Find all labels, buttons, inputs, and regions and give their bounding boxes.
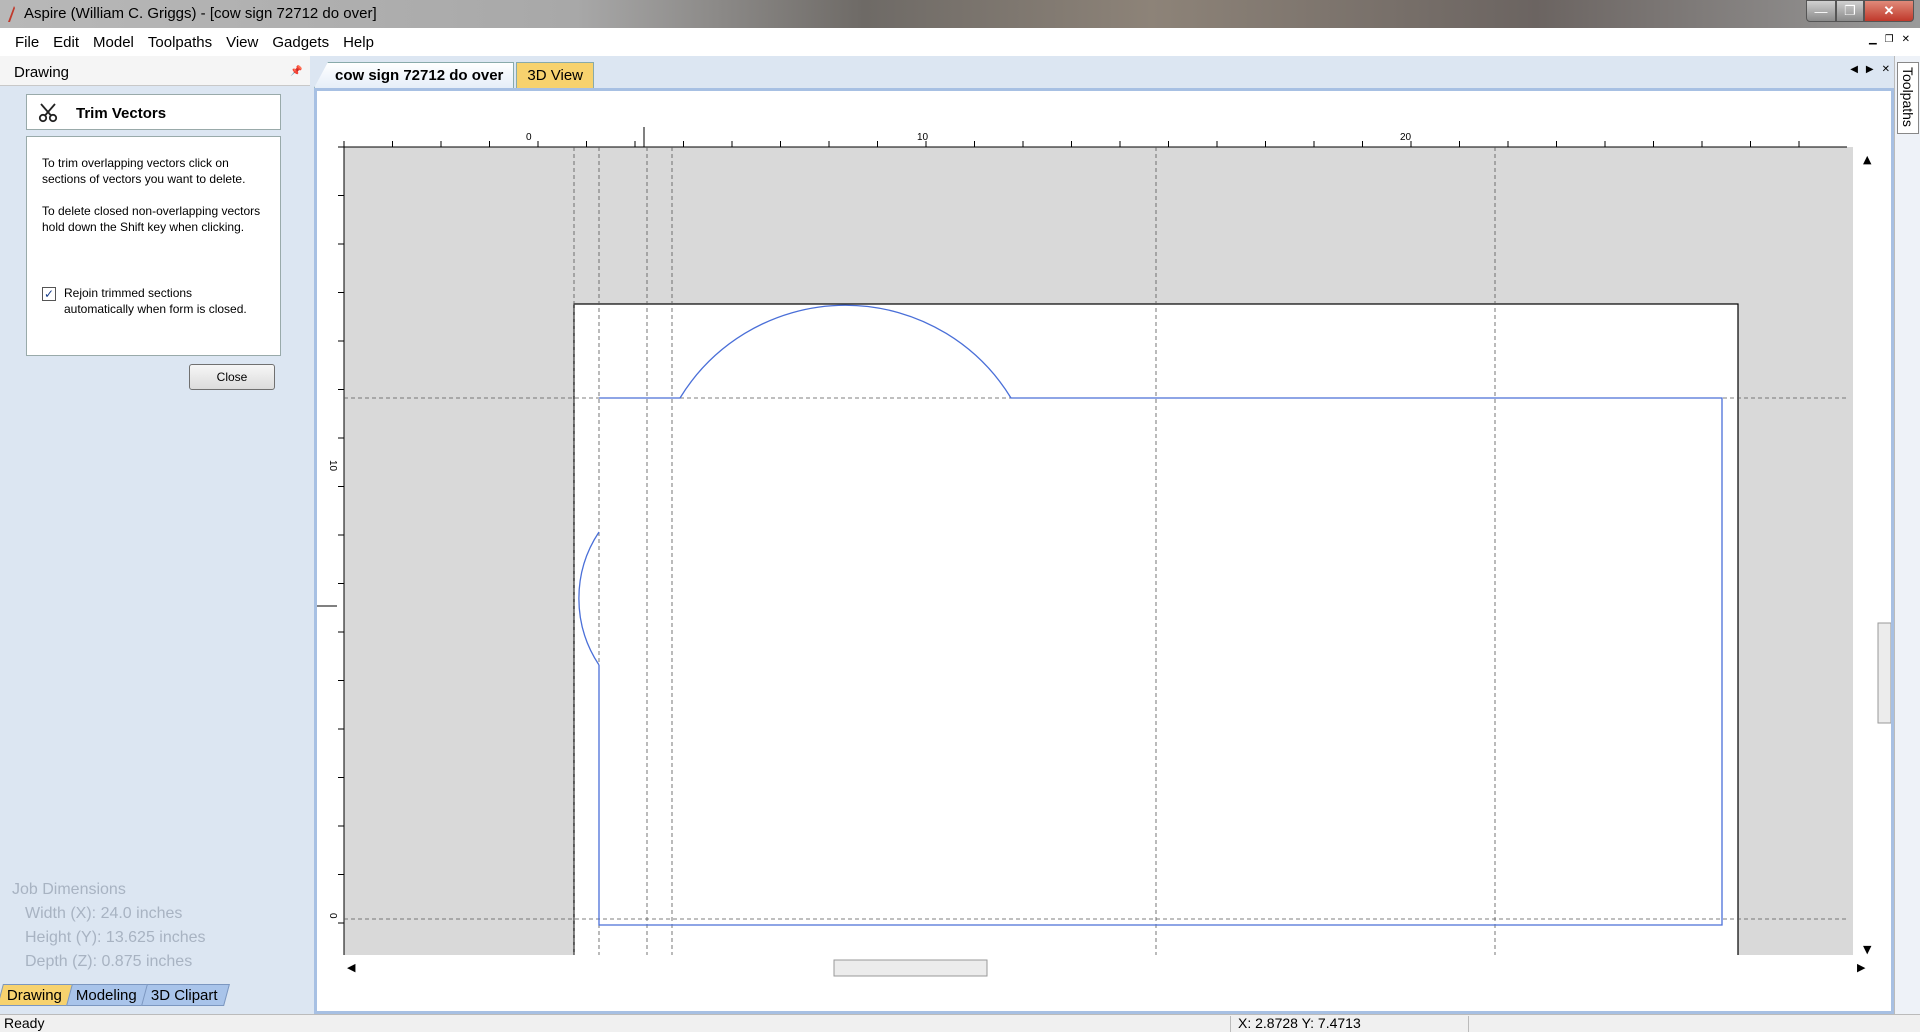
tab-3d-clipart[interactable]: 3D Clipart xyxy=(140,984,230,1006)
horizontal-scroll-thumb[interactable] xyxy=(833,959,988,977)
menu-view[interactable]: View xyxy=(219,34,265,51)
2d-view-frame: 0 10 20 10 0 ▲ ▼ ◀ ▶ xyxy=(314,88,1894,1014)
menu-help[interactable]: Help xyxy=(336,34,381,51)
tab-nav: ◀ ▶ ✕ xyxy=(1850,64,1890,75)
menu-gadgets[interactable]: Gadgets xyxy=(265,34,336,51)
document-area: cow sign 72712 do over 3D View ◀ ▶ ✕ 0 1… xyxy=(314,56,1894,1014)
vertical-scroll-thumb[interactable] xyxy=(1877,622,1891,724)
close-button[interactable]: Close xyxy=(189,364,275,390)
horizontal-scrollbar[interactable] xyxy=(317,955,1891,1011)
status-bar: Ready X: 2.8728 Y: 7.4713 xyxy=(0,1014,1920,1032)
menu-bar: File Edit Model Toolpaths View Gadgets H… xyxy=(0,28,1920,56)
tab-next-icon[interactable]: ▶ xyxy=(1866,64,1874,75)
aspire-app-icon xyxy=(8,6,15,22)
rejoin-checkbox[interactable]: ✓ xyxy=(42,287,56,301)
job-width: Width (X): 24.0 inches xyxy=(25,905,183,922)
mdi-controls: ▁ ❐ ✕ xyxy=(1869,34,1910,45)
vertical-ruler xyxy=(317,91,344,1011)
mdi-restore-icon[interactable]: ❐ xyxy=(1885,34,1894,45)
tool-title: Trim Vectors xyxy=(76,105,167,122)
scroll-up-icon[interactable]: ▲ xyxy=(1863,153,1872,166)
job-dimensions-heading: Job Dimensions xyxy=(12,881,126,898)
drawing-canvas[interactable]: 0 10 20 10 0 ▲ ▼ ◀ ▶ xyxy=(317,91,1891,1011)
window-title: Aspire (William C. Griggs) - [cow sign 7… xyxy=(24,5,377,22)
status-text: Ready xyxy=(4,1015,45,1031)
vruler-label-10: 10 xyxy=(327,460,338,472)
drawing-panel: Drawing 📌 Trim Vectors To trim overlappi… xyxy=(0,56,310,1014)
ruler-label-0: 0 xyxy=(526,132,532,143)
doc-close-icon[interactable]: ✕ xyxy=(1882,64,1890,75)
tool-instructions: To trim overlapping vectors click on sec… xyxy=(26,136,281,356)
document-tabs: cow sign 72712 do over 3D View xyxy=(314,62,594,88)
panel-header: Drawing 📌 xyxy=(0,56,310,86)
trim-vectors-header: Trim Vectors xyxy=(26,94,281,130)
scroll-right-icon[interactable]: ▶ xyxy=(1857,961,1866,974)
rejoin-label: Rejoin trimmed sections automatically wh… xyxy=(64,286,247,316)
tab-2d-view[interactable]: cow sign 72712 do over xyxy=(314,62,515,88)
maximize-button[interactable]: ❐ xyxy=(1836,0,1864,22)
minimize-button[interactable]: — xyxy=(1806,0,1836,22)
cursor-coordinates: X: 2.8728 Y: 7.4713 xyxy=(1238,1015,1361,1031)
pin-icon[interactable]: 📌 xyxy=(290,66,302,77)
tab-3d-view[interactable]: 3D View xyxy=(516,62,594,88)
ruler-label-20: 20 xyxy=(1400,132,1412,143)
close-window-button[interactable]: ✕ xyxy=(1864,0,1914,22)
job-depth: Depth (Z): 0.875 inches xyxy=(25,953,193,970)
vruler-label-0: 0 xyxy=(327,913,338,919)
job-dimensions: Job Dimensions Width (X): 24.0 inches He… xyxy=(12,878,206,974)
status-separator xyxy=(1230,1016,1231,1032)
vertical-scrollbar[interactable] xyxy=(1853,147,1891,955)
tab-toolpaths[interactable]: Toolpaths xyxy=(1897,62,1919,134)
mdi-close-icon[interactable]: ✕ xyxy=(1902,34,1910,45)
ruler-label-10: 10 xyxy=(917,132,929,143)
tab-drawing[interactable]: Drawing xyxy=(0,984,74,1006)
title-bar: Aspire (William C. Griggs) - [cow sign 7… xyxy=(0,0,1920,28)
status-separator xyxy=(1468,1016,1469,1032)
job-height: Height (Y): 13.625 inches xyxy=(25,929,206,946)
panel-tabs: Drawing Modeling 3D Clipart xyxy=(0,984,230,1006)
horizontal-ruler xyxy=(317,91,1891,147)
scroll-down-icon[interactable]: ▼ xyxy=(1863,943,1872,956)
scroll-left-icon[interactable]: ◀ xyxy=(347,961,356,974)
tab-modeling[interactable]: Modeling xyxy=(66,984,149,1006)
menu-toolpaths[interactable]: Toolpaths xyxy=(141,34,219,51)
menu-file[interactable]: File xyxy=(8,34,46,51)
menu-edit[interactable]: Edit xyxy=(46,34,86,51)
toolpaths-sidebar: Toolpaths xyxy=(1894,56,1920,1014)
menu-model[interactable]: Model xyxy=(86,34,141,51)
scissors-icon xyxy=(38,103,58,123)
tab-prev-icon[interactable]: ◀ xyxy=(1850,64,1858,75)
instruction-delete: To delete closed non-overlapping vectors… xyxy=(42,204,261,234)
job-material xyxy=(573,303,1739,968)
instruction-trim: To trim overlapping vectors click on sec… xyxy=(42,156,246,186)
mdi-minimize-icon[interactable]: ▁ xyxy=(1869,34,1877,45)
panel-title: Drawing xyxy=(14,64,70,81)
